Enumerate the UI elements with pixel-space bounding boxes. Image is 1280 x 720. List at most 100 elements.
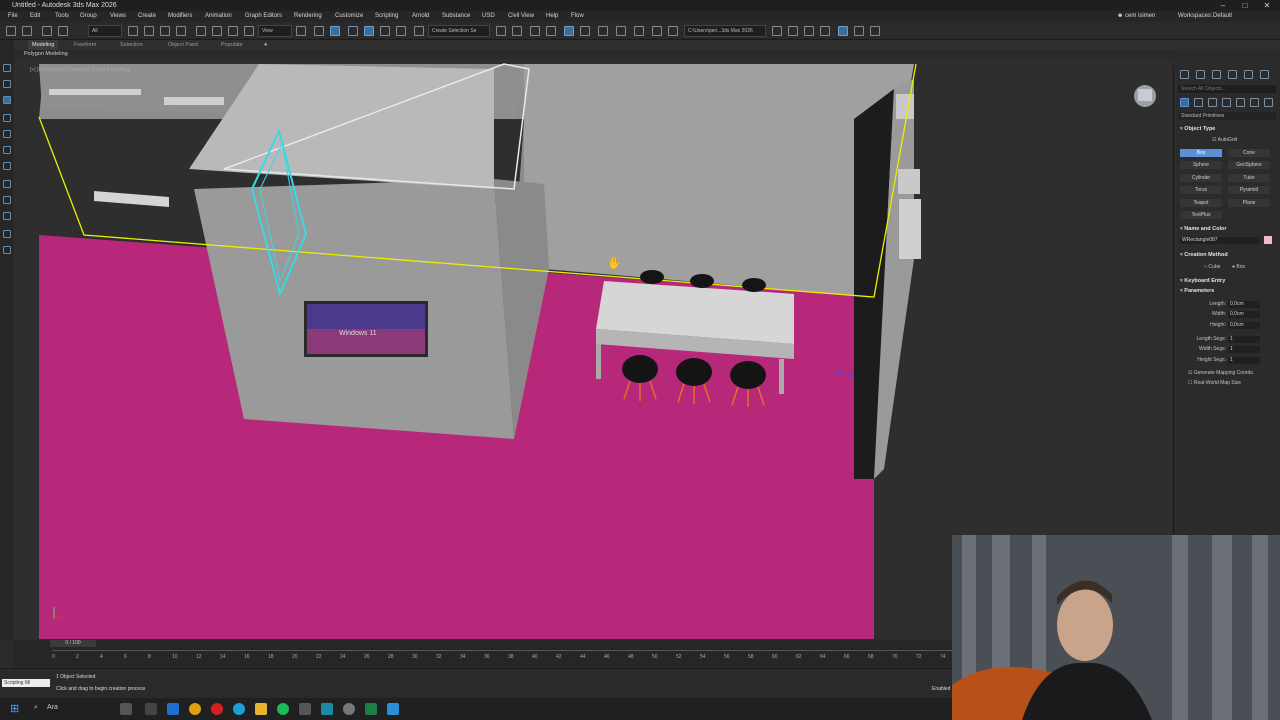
curve-editor-icon[interactable] — [580, 26, 590, 36]
spinner-snap-icon[interactable] — [396, 26, 406, 36]
generate-mapping-checkbox[interactable]: ☑ Generate Mapping Coords. — [1188, 370, 1254, 376]
keyboard-shortcut-override-icon[interactable] — [330, 26, 340, 36]
excel-icon[interactable] — [365, 703, 377, 715]
menu-views[interactable]: Views — [110, 11, 126, 22]
rectangular-selection-icon[interactable] — [160, 26, 170, 36]
capcut-icon[interactable] — [299, 703, 311, 715]
ribbon-tab-populate[interactable]: Populate — [221, 40, 243, 50]
scene-explorer-tab-icon[interactable] — [3, 80, 11, 88]
sphere-button[interactable]: Sphere — [1180, 161, 1222, 169]
named-selection-set-dropdown[interactable]: Create Selection Se — [428, 25, 490, 37]
link-icon[interactable] — [42, 26, 52, 36]
width-spinner[interactable]: 0,0cm — [1228, 311, 1260, 318]
name-and-color-header[interactable]: Name and Color — [1180, 226, 1226, 232]
real-world-map-checkbox[interactable]: ☐ Real-World Map Size — [1188, 380, 1241, 386]
spotify-icon[interactable] — [277, 703, 289, 715]
viewport-layout-tab-icon[interactable] — [3, 64, 11, 72]
render-production-icon[interactable] — [668, 26, 678, 36]
taskbar-search[interactable]: Ara — [47, 704, 58, 711]
box-button[interactable]: Box — [1180, 149, 1222, 157]
height-segs-spinner[interactable]: 1 — [1228, 357, 1260, 364]
search-objects-input[interactable]: Search All Objects... — [1178, 85, 1276, 93]
workspace-select[interactable]: Default — [1213, 11, 1232, 22]
menu-civil-view[interactable]: Civil View — [508, 11, 534, 22]
snaps-toggle-icon[interactable] — [348, 26, 358, 36]
pyramid-button[interactable]: Pyramid — [1228, 186, 1270, 194]
render-setup-icon[interactable] — [634, 26, 644, 36]
helpers-icon[interactable] — [1236, 98, 1245, 107]
select-object-icon[interactable] — [128, 26, 138, 36]
lights-tab-icon[interactable] — [3, 212, 11, 220]
ribbon-subtab[interactable]: Polygon Modeling — [14, 50, 1172, 59]
task-view-icon[interactable] — [145, 703, 157, 715]
cone-button[interactable]: Cone — [1228, 149, 1270, 157]
cube-radio[interactable]: ○ Cube — [1204, 264, 1220, 270]
menu-customize[interactable]: Customize — [335, 11, 363, 22]
parameters-header[interactable]: Parameters — [1180, 288, 1214, 294]
minimize-button[interactable]: – — [1216, 0, 1230, 11]
close-button[interactable]: ✕ — [1260, 0, 1274, 11]
select-manipulate-icon[interactable] — [314, 26, 324, 36]
rendered-frame-window-icon[interactable] — [652, 26, 662, 36]
hierarchy-panel-tab-icon[interactable] — [1212, 70, 1221, 79]
chrome-icon[interactable] — [189, 703, 201, 715]
menu-edit[interactable]: Edit — [30, 11, 40, 22]
modify-tab-icon[interactable] — [3, 114, 11, 122]
textplus-button[interactable]: TextPlus — [1180, 211, 1222, 219]
hierarchy-tab-icon[interactable] — [3, 130, 11, 138]
user-icon[interactable]: ☻ — [1117, 11, 1123, 22]
display-panel-tab-icon[interactable] — [1244, 70, 1253, 79]
cameras-icon[interactable] — [1222, 98, 1231, 107]
store-icon[interactable] — [167, 703, 179, 715]
systems-icon[interactable] — [1264, 98, 1273, 107]
maximize-button[interactable]: □ — [1238, 0, 1252, 11]
ribbon-tab-modeling[interactable]: Modeling — [28, 40, 59, 50]
import-icon[interactable] — [804, 26, 814, 36]
viewport-label[interactable]: [+] [Perspective] [Standard] [Default Sh… — [30, 67, 130, 73]
menu-modifiers[interactable]: Modifiers — [168, 11, 192, 22]
menu-scripting[interactable]: Scripting — [375, 11, 398, 22]
unlink-icon[interactable] — [58, 26, 68, 36]
object-type-header[interactable]: Object Type — [1180, 126, 1215, 132]
ribbon-tab-selection[interactable]: Selection — [120, 40, 143, 50]
user-name[interactable]: cem isimen — [1125, 11, 1155, 22]
menu-flow[interactable]: Flow — [571, 11, 584, 22]
obs-icon[interactable] — [343, 703, 355, 715]
timeline[interactable]: 0 / 100 0 2 4 6 8 10 12 14 16 18 20 22 24 26 28 30 32 34 3… — [14, 640, 954, 668]
create-tab-icon[interactable] — [3, 96, 11, 104]
material-editor-icon[interactable] — [616, 26, 626, 36]
menu-file[interactable]: File — [8, 11, 18, 22]
ribbon-toggle-icon[interactable] — [564, 26, 574, 36]
move-icon[interactable] — [196, 26, 206, 36]
help-icon[interactable] — [870, 26, 880, 36]
settings-icon[interactable] — [854, 26, 864, 36]
torus-button[interactable]: Torus — [1180, 186, 1222, 194]
geometry-icon[interactable] — [1180, 98, 1189, 107]
creation-method-header[interactable]: Creation Method — [1180, 252, 1227, 258]
menu-rendering[interactable]: Rendering — [294, 11, 322, 22]
edge-icon[interactable] — [233, 703, 245, 715]
menu-create[interactable]: Create — [138, 11, 156, 22]
align-icon[interactable] — [512, 26, 522, 36]
scale-icon[interactable] — [228, 26, 238, 36]
viewport-layout-icon[interactable] — [838, 26, 848, 36]
save-icon[interactable] — [788, 26, 798, 36]
length-segs-spinner[interactable]: 1 — [1228, 336, 1260, 343]
length-spinner[interactable]: 0,0cm — [1228, 301, 1260, 308]
project-path-field[interactable]: C:\Users\pen...3ds Max 2026 — [684, 25, 766, 37]
menu-animation[interactable]: Animation — [205, 11, 232, 22]
undo-icon[interactable] — [6, 26, 16, 36]
width-segs-spinner[interactable]: 1 — [1228, 346, 1260, 353]
file-explorer-icon[interactable] — [255, 703, 267, 715]
object-name-field[interactable]: WRectangle087 — [1180, 237, 1260, 244]
time-slider[interactable]: 0 / 100 — [50, 640, 96, 647]
motion-panel-tab-icon[interactable] — [1228, 70, 1237, 79]
motion-tab-icon[interactable] — [3, 146, 11, 154]
angle-snap-icon[interactable] — [364, 26, 374, 36]
create-panel-tab-icon[interactable] — [1180, 70, 1189, 79]
scene-explorer-icon[interactable] — [530, 26, 540, 36]
redo-icon[interactable] — [22, 26, 32, 36]
selection-filter-dropdown[interactable]: All — [88, 25, 122, 37]
object-color-swatch[interactable] — [1264, 236, 1272, 244]
select-by-name-icon[interactable] — [144, 26, 154, 36]
